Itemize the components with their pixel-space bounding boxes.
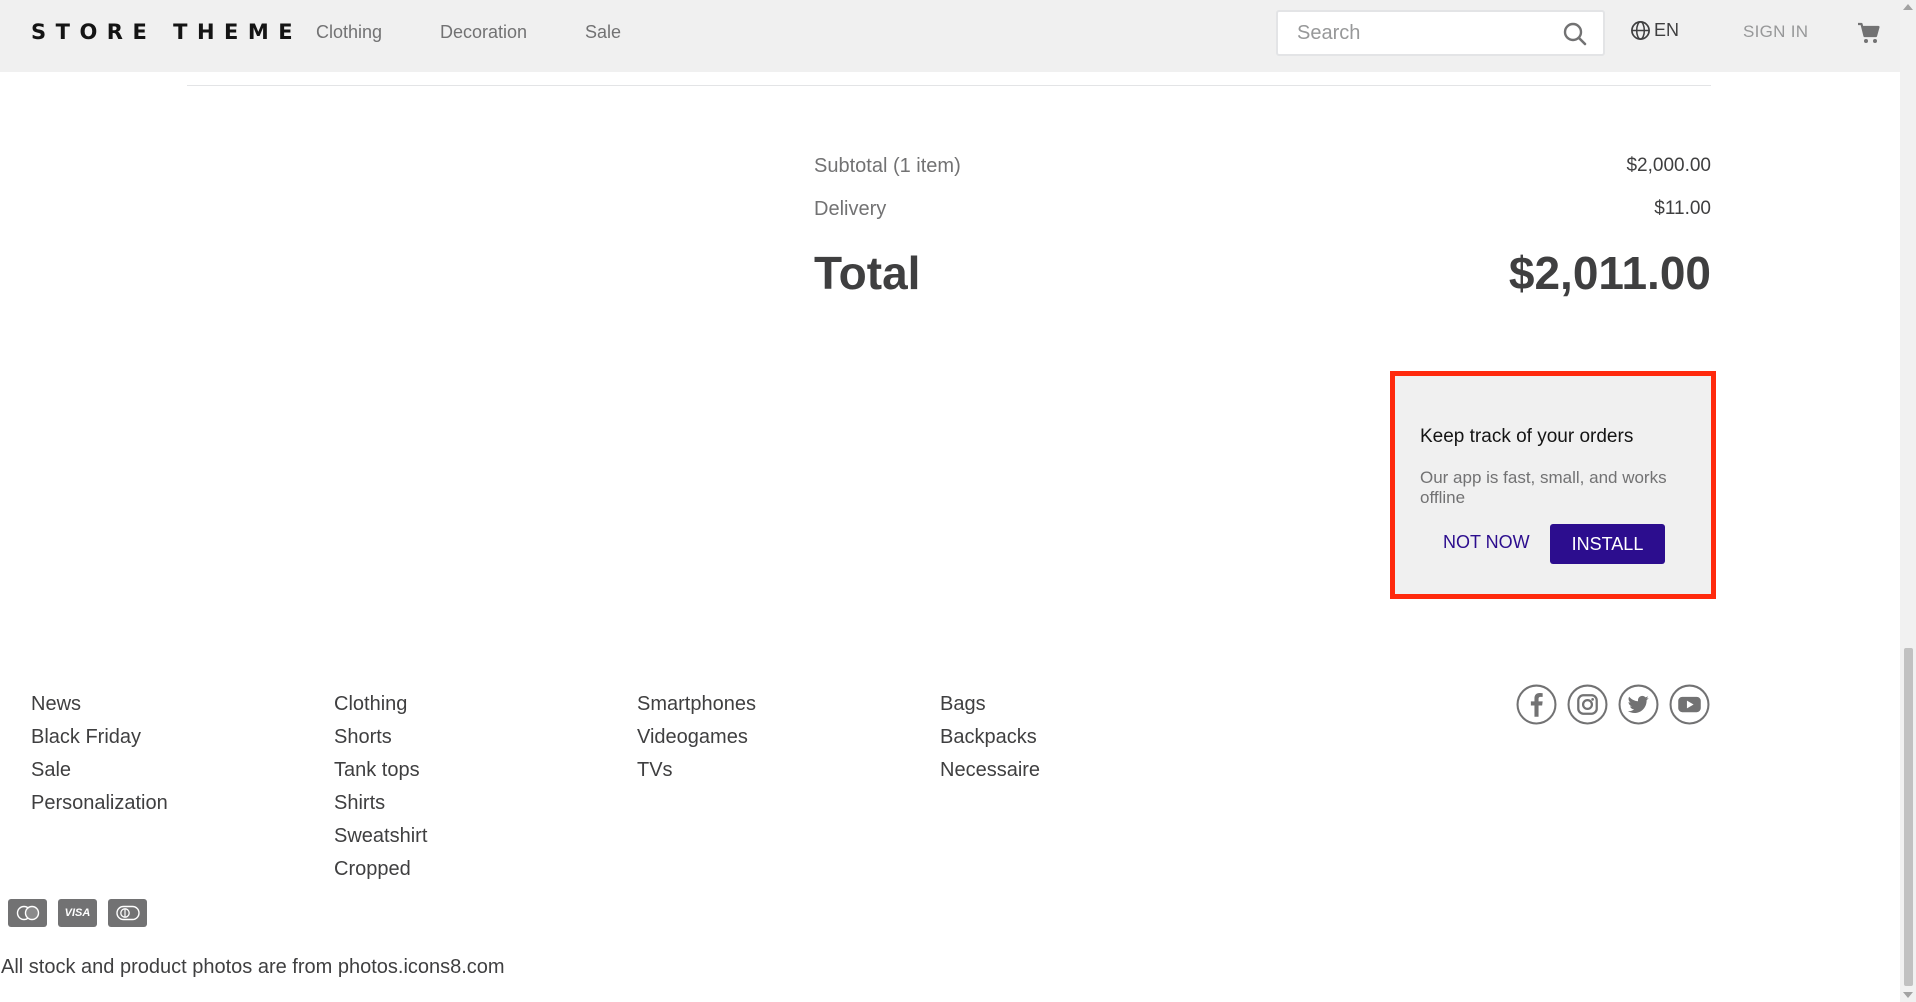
delivery-label: Delivery bbox=[814, 198, 887, 220]
mastercard-icon bbox=[8, 899, 47, 927]
facebook-icon[interactable] bbox=[1516, 684, 1557, 725]
instagram-icon[interactable] bbox=[1567, 684, 1608, 725]
scroll-up-arrow[interactable] bbox=[1903, 4, 1913, 10]
search-icon[interactable] bbox=[1562, 21, 1588, 47]
top-header: STORE THEME Clothing Decoration Sale EN … bbox=[0, 0, 1900, 72]
footer-column-4: Bags Backpacks Necessaire bbox=[940, 688, 1040, 787]
scroll-thumb[interactable] bbox=[1904, 648, 1913, 986]
install-app-prompt: Keep track of your orders Our app is fas… bbox=[1390, 371, 1716, 599]
diners-icon bbox=[108, 899, 147, 927]
install-button[interactable]: INSTALL bbox=[1550, 524, 1665, 564]
nav-link-sale[interactable]: Sale bbox=[585, 22, 621, 43]
payment-methods: VISA bbox=[8, 899, 147, 927]
nav-link-clothing[interactable]: Clothing bbox=[316, 22, 382, 43]
footer-link[interactable]: Videogames bbox=[637, 721, 756, 754]
nav-link-decoration[interactable]: Decoration bbox=[440, 22, 527, 43]
footer-link[interactable]: Shirts bbox=[334, 787, 427, 820]
language-selector[interactable]: EN bbox=[1630, 20, 1679, 41]
total-row: Total $2,011.00 bbox=[814, 246, 1711, 300]
sign-in-link[interactable]: SIGN IN bbox=[1743, 22, 1808, 42]
footer-link[interactable]: Smartphones bbox=[637, 688, 756, 721]
footer-link[interactable]: Backpacks bbox=[940, 721, 1040, 754]
footer-link[interactable]: Bags bbox=[940, 688, 1040, 721]
footer-link[interactable]: Sweatshirt bbox=[334, 820, 427, 853]
total-label: Total bbox=[814, 247, 921, 299]
cart-icon[interactable] bbox=[1857, 21, 1881, 45]
subtotal-value: $2,000.00 bbox=[1626, 155, 1711, 176]
footer-link[interactable]: Sale bbox=[31, 754, 168, 787]
delivery-row: Delivery $11.00 bbox=[814, 198, 1711, 221]
total-value: $2,011.00 bbox=[1508, 247, 1711, 299]
globe-icon bbox=[1631, 21, 1650, 40]
visa-icon: VISA bbox=[58, 899, 97, 927]
footer-link[interactable]: Shorts bbox=[334, 721, 427, 754]
footer-link[interactable]: Necessaire bbox=[940, 754, 1040, 787]
youtube-icon[interactable] bbox=[1669, 684, 1710, 725]
footer-link[interactable]: Cropped bbox=[334, 853, 427, 886]
footer-column-3: Smartphones Videogames TVs bbox=[637, 688, 756, 787]
subtotal-label: Subtotal (1 item) bbox=[814, 155, 961, 177]
not-now-button[interactable]: NOT NOW bbox=[1443, 532, 1530, 553]
search-box bbox=[1276, 10, 1605, 56]
install-prompt-text: Our app is fast, small, and works offlin… bbox=[1420, 468, 1667, 507]
social-icons bbox=[1516, 684, 1710, 725]
footer-link[interactable]: Personalization bbox=[31, 787, 168, 820]
language-label: EN bbox=[1654, 20, 1680, 40]
store-logo[interactable]: STORE THEME bbox=[31, 20, 302, 44]
footer-link[interactable]: TVs bbox=[637, 754, 756, 787]
footer-link[interactable]: News bbox=[31, 688, 168, 721]
footer-column-2: Clothing Shorts Tank tops Shirts Sweatsh… bbox=[334, 688, 427, 886]
footer-link[interactable]: Black Friday bbox=[31, 721, 168, 754]
install-prompt-title: Keep track of your orders bbox=[1420, 426, 1634, 447]
footer-link[interactable]: Tank tops bbox=[334, 754, 427, 787]
section-divider bbox=[187, 85, 1711, 86]
page-scrollbar[interactable] bbox=[1900, 0, 1916, 1002]
footer-link[interactable]: Clothing bbox=[334, 688, 427, 721]
delivery-value: $11.00 bbox=[1654, 198, 1711, 219]
footer-column-1: News Black Friday Sale Personalization bbox=[31, 688, 168, 820]
photo-credits: All stock and product photos are from ph… bbox=[1, 956, 505, 978]
twitter-icon[interactable] bbox=[1618, 684, 1659, 725]
scroll-down-arrow[interactable] bbox=[1903, 992, 1913, 998]
search-input[interactable] bbox=[1278, 12, 1558, 54]
subtotal-row: Subtotal (1 item) $2,000.00 bbox=[814, 155, 1711, 178]
